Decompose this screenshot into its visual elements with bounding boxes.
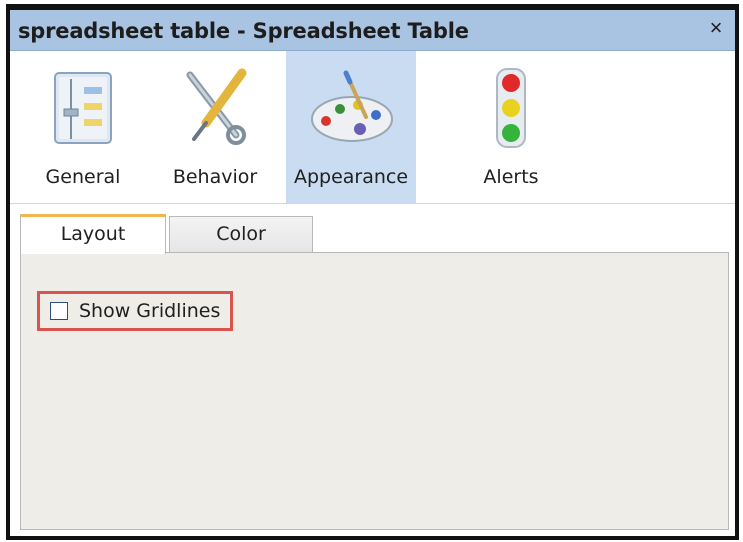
tool-label: General (45, 166, 121, 188)
tool-behavior[interactable]: Behavior (150, 51, 280, 203)
tools-icon (150, 65, 280, 151)
tool-alerts[interactable]: Alerts (446, 51, 576, 203)
settings-body: Layout Color Show Gridlines (10, 204, 735, 536)
tool-label: Alerts (483, 166, 539, 188)
category-toolbar: General Behavior Appearance Alerts (10, 51, 735, 204)
tab-color[interactable]: Color (169, 216, 313, 252)
tool-appearance[interactable]: Appearance (286, 51, 416, 203)
tool-label: Appearance (293, 166, 409, 188)
general-settings-icon (18, 65, 148, 151)
palette-icon (286, 65, 416, 151)
tool-general[interactable]: General (18, 51, 148, 203)
show-gridlines-checkbox[interactable] (50, 302, 68, 320)
title-bar: spreadsheet table - Spreadsheet Table × (10, 10, 735, 51)
tab-strip: Layout Color (20, 212, 729, 254)
highlight-box: Show Gridlines (37, 291, 233, 331)
window-title: spreadsheet table - Spreadsheet Table (18, 19, 469, 43)
close-icon[interactable]: × (705, 17, 727, 39)
dialog-frame: spreadsheet table - Spreadsheet Table × (6, 4, 739, 540)
tab-layout[interactable]: Layout (20, 214, 166, 254)
dialog-panel: spreadsheet table - Spreadsheet Table × (10, 10, 735, 536)
show-gridlines-label[interactable]: Show Gridlines (79, 300, 220, 322)
layout-panel: Show Gridlines (20, 252, 729, 530)
tool-label: Behavior (172, 166, 258, 188)
traffic-light-icon (446, 65, 576, 151)
